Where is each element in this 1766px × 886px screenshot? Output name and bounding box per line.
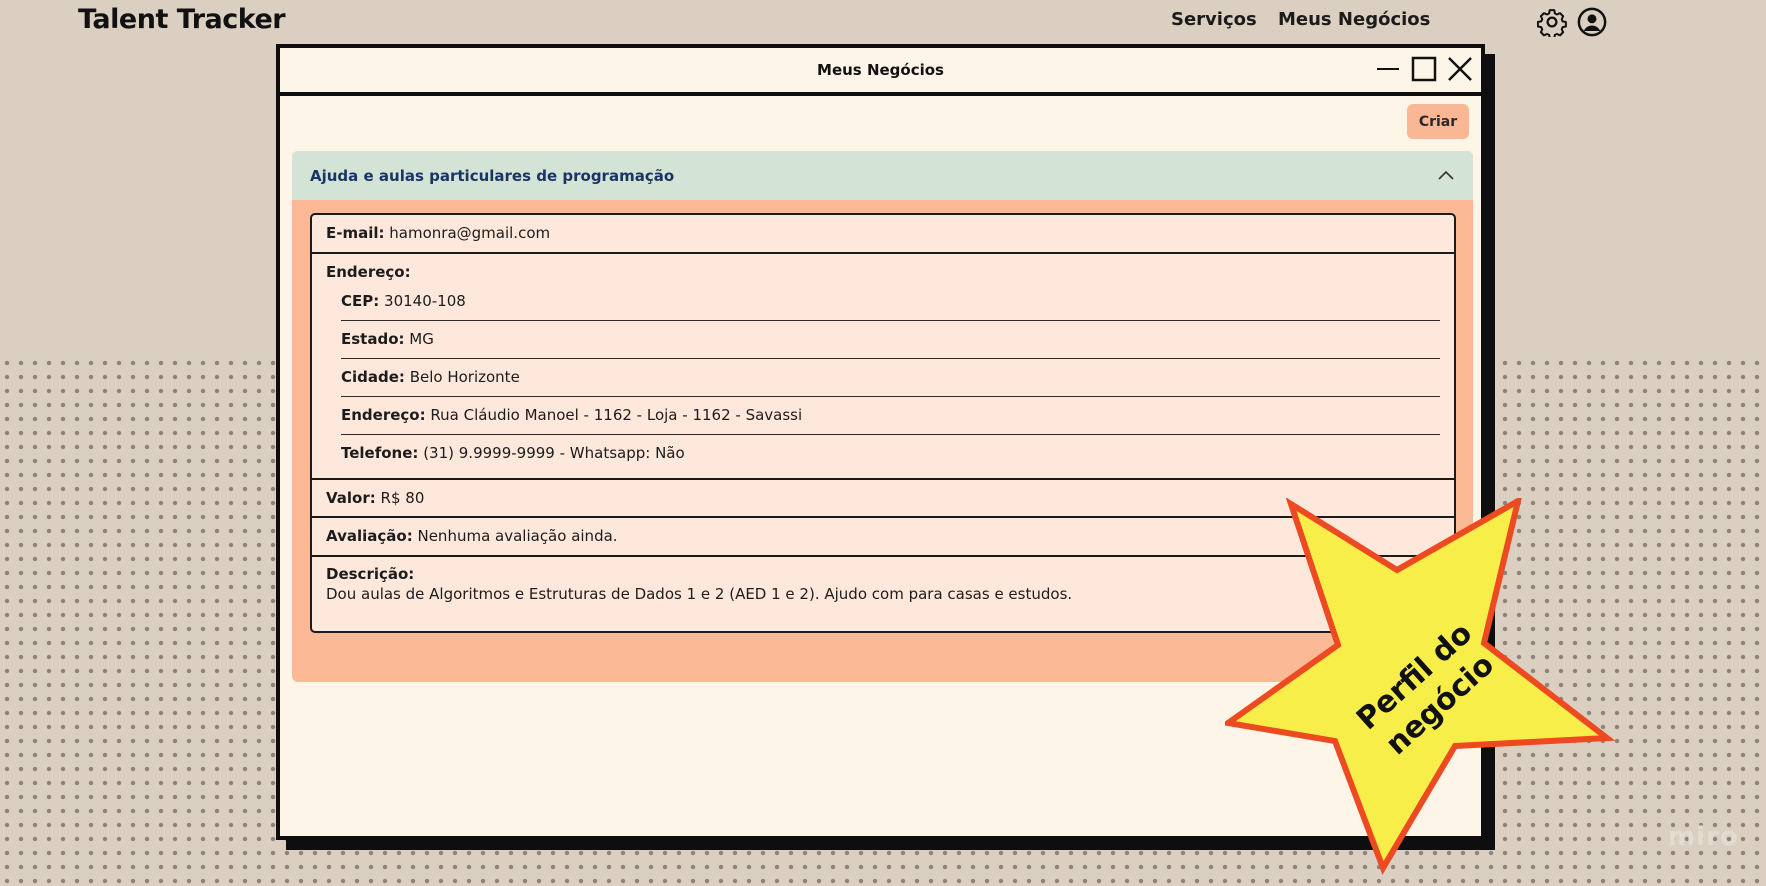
cep-label: CEP: (341, 292, 380, 310)
estado-label: Estado: (341, 330, 405, 348)
cidade-value: Belo Horizonte (409, 368, 520, 386)
estado-row: Estado: MG (341, 321, 1440, 359)
street-label: Endereço: (341, 406, 426, 424)
chevron-up-icon[interactable] (1437, 167, 1455, 185)
telefone-value: (31) 9.9999-9999 - Whatsapp: Não (423, 444, 685, 462)
window-title: Meus Negócios (817, 61, 944, 79)
email-value: hamonra@gmail.com (389, 224, 551, 242)
gear-icon[interactable] (1537, 7, 1567, 37)
email-label: E-mail: (326, 224, 385, 242)
minimize-icon[interactable] (1373, 54, 1403, 84)
miro-watermark: miro (1668, 822, 1739, 852)
window-titlebar: Meus Negócios (280, 48, 1481, 96)
valor-value: R$ 80 (380, 489, 425, 507)
valor-label: Valor: (326, 489, 376, 507)
cep-row: CEP: 30140-108 (341, 283, 1440, 321)
descricao-value: Dou aulas de Algoritmos e Estruturas de … (326, 585, 1073, 603)
nav-meus-negocios[interactable]: Meus Negócios (1278, 9, 1430, 30)
address-label: Endereço: (326, 263, 411, 281)
annotation-star-sticker: Perfil do negócio (1225, 498, 1616, 875)
accordion-header[interactable]: Ajuda e aulas particulares de programaçã… (292, 151, 1473, 200)
street-value: Rua Cláudio Manoel - 1162 - Loja - 1162 … (430, 406, 803, 424)
top-navbar: Talent Tracker Serviços Meus Negócios (0, 0, 1766, 44)
maximize-icon[interactable] (1409, 54, 1439, 84)
avaliacao-value: Nenhuma avaliação ainda. (417, 527, 618, 545)
estado-value: MG (409, 330, 434, 348)
cidade-row: Cidade: Belo Horizonte (341, 359, 1440, 397)
address-row: Endereço: CEP: 30140-108 Estado: MG Cida… (312, 254, 1454, 480)
avaliacao-label: Avaliação: (326, 527, 413, 545)
email-row: E-mail: hamonra@gmail.com (312, 215, 1454, 254)
close-icon[interactable] (1445, 54, 1475, 84)
cidade-label: Cidade: (341, 368, 405, 386)
criar-button[interactable]: Criar (1407, 104, 1469, 139)
cep-value: 30140-108 (384, 292, 466, 310)
brand-logo[interactable]: Talent Tracker (78, 4, 286, 35)
nav-servicos[interactable]: Serviços (1171, 9, 1257, 30)
telefone-label: Telefone: (341, 444, 419, 462)
business-title: Ajuda e aulas particulares de programaçã… (310, 166, 675, 185)
telefone-row: Telefone: (31) 9.9999-9999 - Whatsapp: N… (341, 435, 1440, 472)
window-controls (1373, 54, 1475, 84)
street-row: Endereço: Rua Cláudio Manoel - 1162 - Lo… (341, 397, 1440, 435)
user-icon[interactable] (1577, 7, 1607, 37)
